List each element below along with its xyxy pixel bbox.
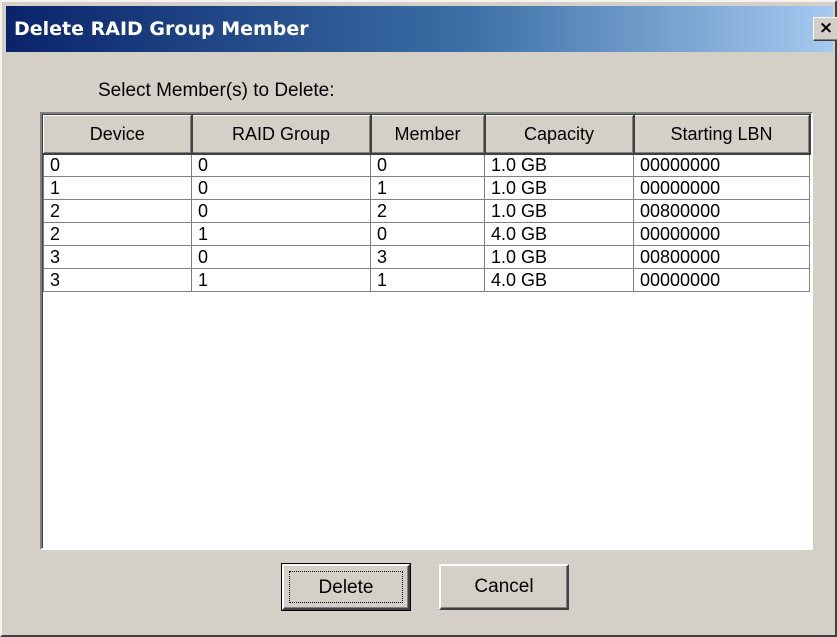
cell-device: 3 <box>43 268 192 292</box>
cell-device: 0 <box>43 153 192 177</box>
column-header-starting-lbn[interactable]: Starting LBN <box>633 115 811 155</box>
table-row[interactable]: 3 1 1 4.0 GB 00000000 <box>43 268 810 292</box>
cell-member: 3 <box>370 245 485 269</box>
column-header-raid-group[interactable]: RAID Group <box>191 115 372 155</box>
cell-raid-group: 0 <box>191 153 371 177</box>
cell-capacity: 4.0 GB <box>484 268 634 292</box>
cell-starting-lbn: 00000000 <box>633 222 810 246</box>
cell-member: 1 <box>370 176 485 200</box>
dialog-button-row: Delete Cancel <box>2 563 835 612</box>
cell-device: 2 <box>43 199 192 223</box>
table-header-row: Device RAID Group Member Capacity Starti… <box>43 115 811 155</box>
cell-starting-lbn: 00800000 <box>633 245 810 269</box>
cell-raid-group: 1 <box>191 268 371 292</box>
cell-member: 0 <box>370 222 485 246</box>
table-row[interactable]: 3 0 3 1.0 GB 00800000 <box>43 245 810 269</box>
cell-capacity: 1.0 GB <box>484 176 634 200</box>
cell-capacity: 1.0 GB <box>484 199 634 223</box>
column-header-capacity[interactable]: Capacity <box>484 115 635 155</box>
delete-raid-member-dialog: Delete RAID Group Member × Select Member… <box>0 0 837 637</box>
cell-starting-lbn: 00800000 <box>633 199 810 223</box>
member-table-frame[interactable]: Device RAID Group Member Capacity Starti… <box>40 112 813 550</box>
cell-member: 2 <box>370 199 485 223</box>
cancel-button[interactable]: Cancel <box>439 564 569 610</box>
window-title: Delete RAID Group Member <box>14 18 309 40</box>
column-header-member[interactable]: Member <box>370 115 486 155</box>
member-table[interactable]: Device RAID Group Member Capacity Starti… <box>43 115 811 292</box>
cell-raid-group: 1 <box>191 222 371 246</box>
cell-raid-group: 0 <box>191 176 371 200</box>
cell-starting-lbn: 00000000 <box>633 268 810 292</box>
table-row[interactable]: 2 0 2 1.0 GB 00800000 <box>43 199 810 223</box>
delete-button[interactable]: Delete <box>281 563 411 611</box>
cell-capacity: 1.0 GB <box>484 153 634 177</box>
cell-device: 1 <box>43 176 192 200</box>
table-row[interactable]: 2 1 0 4.0 GB 00000000 <box>43 222 810 246</box>
cell-device: 3 <box>43 245 192 269</box>
instruction-label: Select Member(s) to Delete: <box>98 80 335 101</box>
close-button[interactable]: × <box>813 17 837 41</box>
cell-capacity: 1.0 GB <box>484 245 634 269</box>
column-header-device[interactable]: Device <box>43 115 193 155</box>
cell-raid-group: 0 <box>191 245 371 269</box>
cell-raid-group: 0 <box>191 199 371 223</box>
cell-device: 2 <box>43 222 192 246</box>
delete-button-label: Delete <box>289 571 403 603</box>
cell-member: 1 <box>370 268 485 292</box>
close-icon: × <box>818 18 834 38</box>
table-row[interactable]: 1 0 1 1.0 GB 00000000 <box>43 176 810 200</box>
table-row[interactable]: 0 0 0 1.0 GB 00000000 <box>43 153 810 177</box>
cell-capacity: 4.0 GB <box>484 222 634 246</box>
title-bar[interactable]: Delete RAID Group Member × <box>6 6 837 52</box>
cell-starting-lbn: 00000000 <box>633 153 810 177</box>
cell-member: 0 <box>370 153 485 177</box>
cell-starting-lbn: 00000000 <box>633 176 810 200</box>
